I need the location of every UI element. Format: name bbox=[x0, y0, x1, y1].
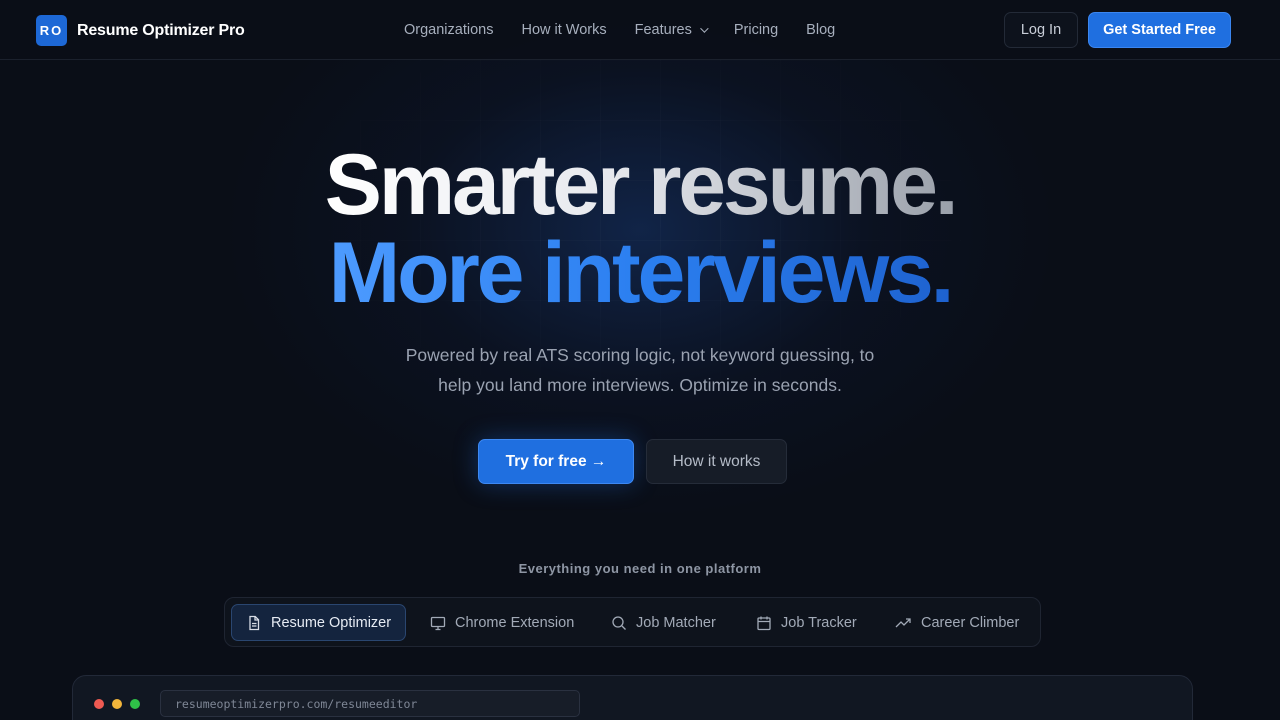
window-close-dot bbox=[94, 699, 104, 709]
how-it-works-button[interactable]: How it works bbox=[646, 439, 787, 484]
top-nav: RO Resume Optimizer Pro Organizations Ho… bbox=[0, 0, 1280, 60]
window-maximize-dot bbox=[130, 699, 140, 709]
feature-tabs: Resume Optimizer Chrome Extension Job Ma… bbox=[224, 597, 1041, 647]
hero-subtitle: Powered by real ATS scoring logic, not k… bbox=[340, 340, 940, 400]
tab-label: Job Matcher bbox=[636, 614, 716, 631]
nav-link-features[interactable]: Features bbox=[634, 22, 709, 38]
try-for-free-button[interactable]: Try for free → bbox=[478, 439, 634, 484]
platform-label: Everything you need in one platform bbox=[518, 561, 762, 576]
tab-resume-optimizer[interactable]: Resume Optimizer bbox=[231, 604, 407, 641]
tab-label: Chrome Extension bbox=[455, 614, 575, 631]
tab-job-tracker[interactable]: Job Tracker bbox=[756, 604, 857, 641]
brand-name: Resume Optimizer Pro bbox=[77, 21, 245, 39]
hero-headline-line2-text: More interviews. bbox=[328, 225, 955, 321]
nav-link-organizations[interactable]: Organizations bbox=[404, 22, 493, 38]
nav-links: Organizations How it Works Features Pric… bbox=[390, 0, 849, 60]
nav-link-features-label: Features bbox=[634, 22, 692, 38]
brand[interactable]: RO Resume Optimizer Pro bbox=[36, 15, 245, 46]
nav-link-pricing[interactable]: Pricing bbox=[734, 22, 778, 38]
hero-subtitle-line1: Powered by real ATS scoring logic, not k… bbox=[405, 345, 875, 365]
window-minimize-dot bbox=[112, 699, 122, 709]
document-icon bbox=[249, 615, 260, 630]
get-started-button[interactable]: Get Started Free bbox=[1088, 12, 1231, 48]
tab-chrome-extension[interactable]: Chrome Extension bbox=[430, 604, 574, 641]
login-button[interactable]: Log In bbox=[1004, 12, 1078, 48]
trending-up-icon bbox=[895, 617, 911, 627]
hero-headline-line2: More interviews. bbox=[0, 230, 1280, 316]
search-icon bbox=[612, 615, 626, 630]
chevron-down-icon bbox=[700, 24, 709, 33]
tab-label: Career Climber bbox=[921, 614, 1020, 631]
nav-link-how-it-works[interactable]: How it Works bbox=[521, 22, 606, 38]
hero-subtitle-line2: help you land more interviews. Optimize … bbox=[438, 375, 842, 395]
monitor-icon bbox=[430, 616, 446, 630]
hero-headline-line1-text: Smarter resume. bbox=[324, 137, 959, 233]
tab-job-matcher[interactable]: Job Matcher bbox=[611, 604, 716, 641]
logo-icon: RO bbox=[36, 15, 67, 46]
calendar-icon bbox=[757, 616, 771, 630]
landing-page: RO Resume Optimizer Pro Organizations Ho… bbox=[0, 0, 1280, 720]
tab-label: Job Tracker bbox=[781, 614, 857, 631]
tab-label: Resume Optimizer bbox=[271, 614, 392, 631]
url-bar: resumeoptimizerpro.com/resumeeditor bbox=[160, 690, 580, 717]
browser-preview: resumeoptimizerpro.com/resumeeditor bbox=[72, 675, 1193, 720]
hero-headline-line1: Smarter resume. bbox=[0, 142, 1280, 228]
nav-link-blog[interactable]: Blog bbox=[806, 22, 835, 38]
tab-career-climber[interactable]: Career Climber bbox=[895, 604, 1019, 641]
